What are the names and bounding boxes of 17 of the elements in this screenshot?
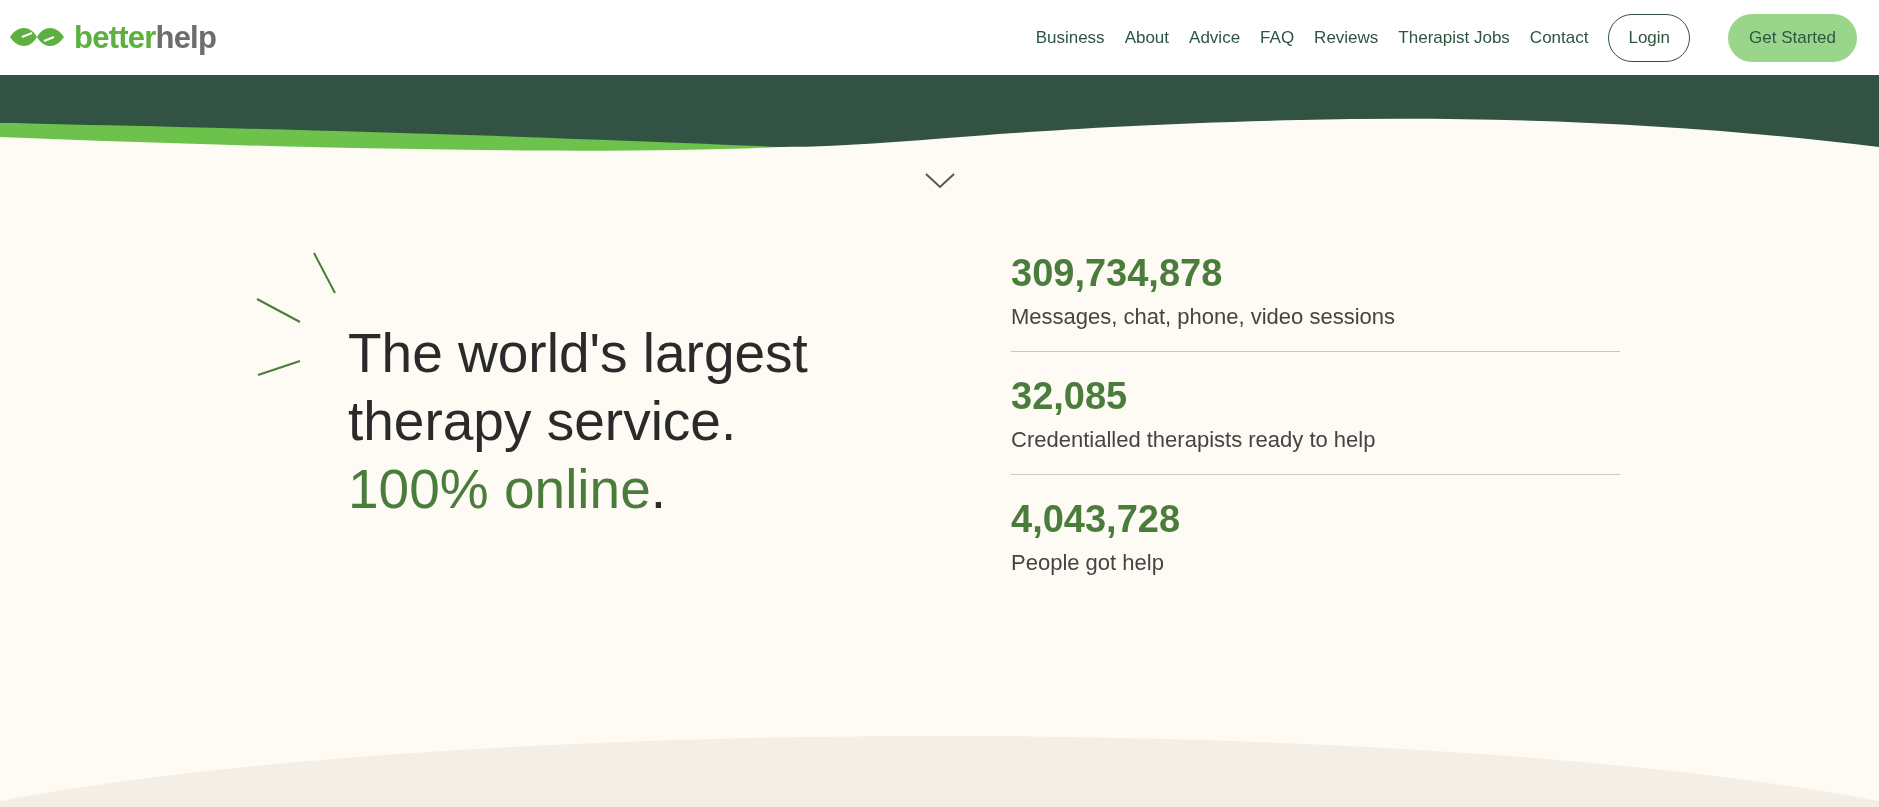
stat-number: 32,085 (1011, 374, 1129, 419)
nav-link[interactable]: Contact (1529, 24, 1589, 51)
stat-label: People got help (1011, 549, 1165, 577)
stat-label: Messages, chat, phone, video sessions (1011, 303, 1396, 331)
nav-link[interactable]: Therapist Jobs (1398, 24, 1510, 51)
nav-link[interactable]: FAQ (1260, 24, 1295, 51)
stat-number: 309,734,878 (1011, 251, 1224, 296)
stat-number: 4,043,728 (1011, 497, 1182, 542)
logo-wordmark[interactable]: betterhelp (74, 22, 217, 53)
nav-link[interactable]: Business (1035, 24, 1105, 51)
nav-link[interactable]: About (1124, 24, 1170, 51)
nav-link[interactable]: Reviews (1314, 24, 1379, 51)
get-started-button[interactable]: Get Started (1728, 13, 1857, 62)
stat-label: Credentialled therapists ready to help (1011, 426, 1377, 454)
chevron-down-icon[interactable] (924, 173, 955, 189)
hero-heading: The world's largest therapy service. 100% online. (348, 321, 808, 522)
nav-link[interactable]: Advice (1189, 24, 1241, 51)
